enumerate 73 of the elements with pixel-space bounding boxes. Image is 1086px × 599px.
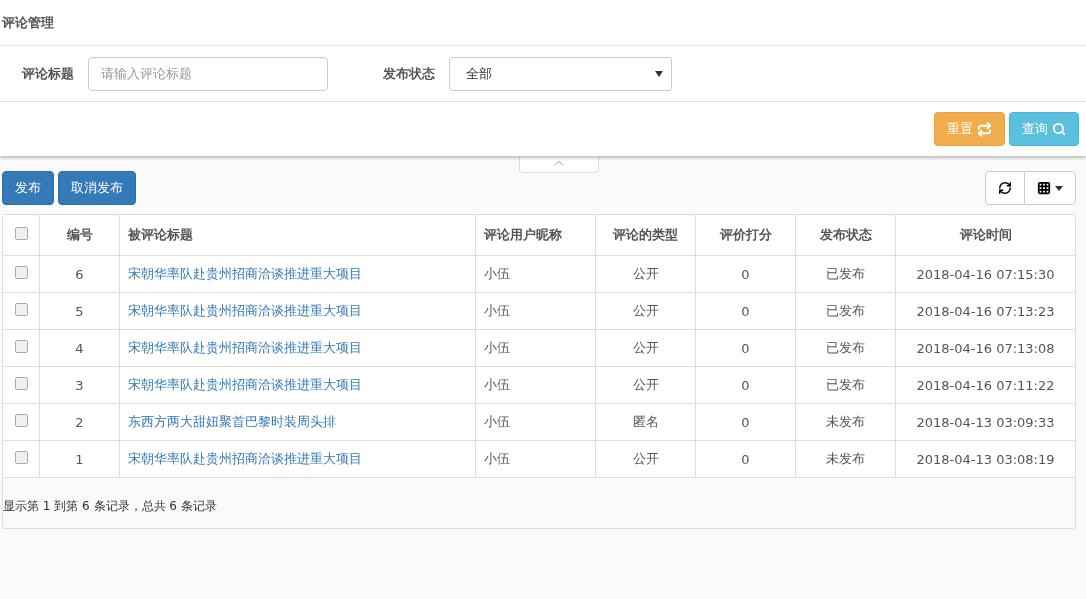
- title-link[interactable]: 宋朝华率队赴贵州招商洽谈推进重大项目: [119, 440, 476, 478]
- table-cell: 2018-04-16 07:15:30: [895, 255, 1075, 293]
- table-cell: 0: [695, 255, 796, 293]
- table-cell: 匿名: [595, 403, 696, 441]
- publish-button[interactable]: 发布: [2, 171, 54, 205]
- row-checkbox[interactable]: [14, 414, 28, 427]
- table-cell: 0: [695, 292, 796, 330]
- table-cell: 2018-04-16 07:13:23: [895, 292, 1075, 330]
- table-cell: 公开: [595, 292, 696, 330]
- row-checkbox[interactable]: [14, 303, 28, 316]
- table-cell: 0: [695, 403, 796, 441]
- collapse-tab[interactable]: [519, 156, 599, 173]
- title-link[interactable]: 宋朝华率队赴贵州招商洽谈推进重大项目: [119, 329, 476, 367]
- column-header: 评论时间: [895, 215, 1075, 256]
- row-checkbox[interactable]: [14, 340, 28, 353]
- column-header: 评价打分: [695, 215, 796, 256]
- title-link[interactable]: 宋朝华率队赴贵州招商洽谈推进重大项目: [119, 292, 476, 330]
- table-cell: 2018-04-13 03:08:19: [895, 440, 1075, 478]
- select-all-checkbox[interactable]: [14, 227, 28, 240]
- table-cell: 小伍: [475, 329, 596, 367]
- table-cell: 5: [39, 292, 120, 330]
- row-checkbox[interactable]: [14, 266, 28, 279]
- caret-icon: [655, 70, 663, 77]
- column-header: 编号: [39, 215, 120, 256]
- table-cell: 4: [39, 329, 120, 367]
- filter-label: 评论标题: [22, 64, 74, 83]
- table-cell: 2018-04-16 07:13:08: [895, 329, 1075, 367]
- table-cell: 公开: [595, 366, 696, 404]
- status-select[interactable]: 全部: [449, 56, 672, 91]
- table-cell: 已发布: [795, 366, 896, 404]
- row-checkbox[interactable]: [14, 377, 28, 390]
- table-cell: 小伍: [475, 440, 596, 478]
- table-cell: 0: [695, 329, 796, 367]
- refresh-icon: [998, 181, 1012, 195]
- table-cell: 公开: [595, 440, 696, 478]
- refresh-button[interactable]: [985, 171, 1025, 205]
- unpublish-button[interactable]: 取消发布: [58, 171, 136, 205]
- title-link[interactable]: 宋朝华率队赴贵州招商洽谈推进重大项目: [119, 255, 476, 293]
- table-cell: 2018-04-13 03:09:33: [895, 403, 1075, 441]
- table-cell: 小伍: [475, 292, 596, 330]
- column-header: 被评论标题: [119, 215, 476, 256]
- table-cell: 3: [39, 366, 120, 404]
- page-title: 评论管理: [2, 13, 54, 32]
- row-checkbox[interactable]: [14, 451, 28, 464]
- title-link[interactable]: 东西方两大甜妞聚首巴黎时装周头排: [119, 403, 476, 441]
- table-cell: 2: [39, 403, 120, 441]
- table-cell: 已发布: [795, 292, 896, 330]
- columns-button[interactable]: [1024, 171, 1076, 205]
- table-cell: 已发布: [795, 255, 896, 293]
- search-icon: [1052, 122, 1066, 136]
- caret-icon: [1055, 185, 1063, 191]
- pagination-info: 显示第 1 到第 6 条记录，总共 6 条记录: [3, 499, 217, 513]
- column-header: 评论用户昵称: [475, 215, 596, 256]
- table-cell: 小伍: [475, 366, 596, 404]
- repeat-icon: [977, 121, 992, 137]
- table-cell: 未发布: [795, 440, 896, 478]
- column-header: 评论的类型: [595, 215, 696, 256]
- title-link[interactable]: 宋朝华率队赴贵州招商洽谈推进重大项目: [119, 366, 476, 404]
- table-cell: 未发布: [795, 403, 896, 441]
- table-cell: 公开: [595, 255, 696, 293]
- title-input-field[interactable]: 请输入评论标题: [88, 56, 328, 91]
- filter-label: 发布状态: [383, 64, 435, 83]
- table-cell: 6: [39, 255, 120, 293]
- table-cell: 1: [39, 440, 120, 478]
- table-cell: 小伍: [475, 403, 596, 441]
- table-cell: 公开: [595, 329, 696, 367]
- table-cell: 小伍: [475, 255, 596, 293]
- table-cell: 2018-04-16 07:11:22: [895, 366, 1075, 404]
- grid-icon: [1037, 181, 1051, 195]
- column-header: 发布状态: [795, 215, 896, 256]
- table-cell: 已发布: [795, 329, 896, 367]
- table-cell: 0: [695, 366, 796, 404]
- table-cell: 0: [695, 440, 796, 478]
